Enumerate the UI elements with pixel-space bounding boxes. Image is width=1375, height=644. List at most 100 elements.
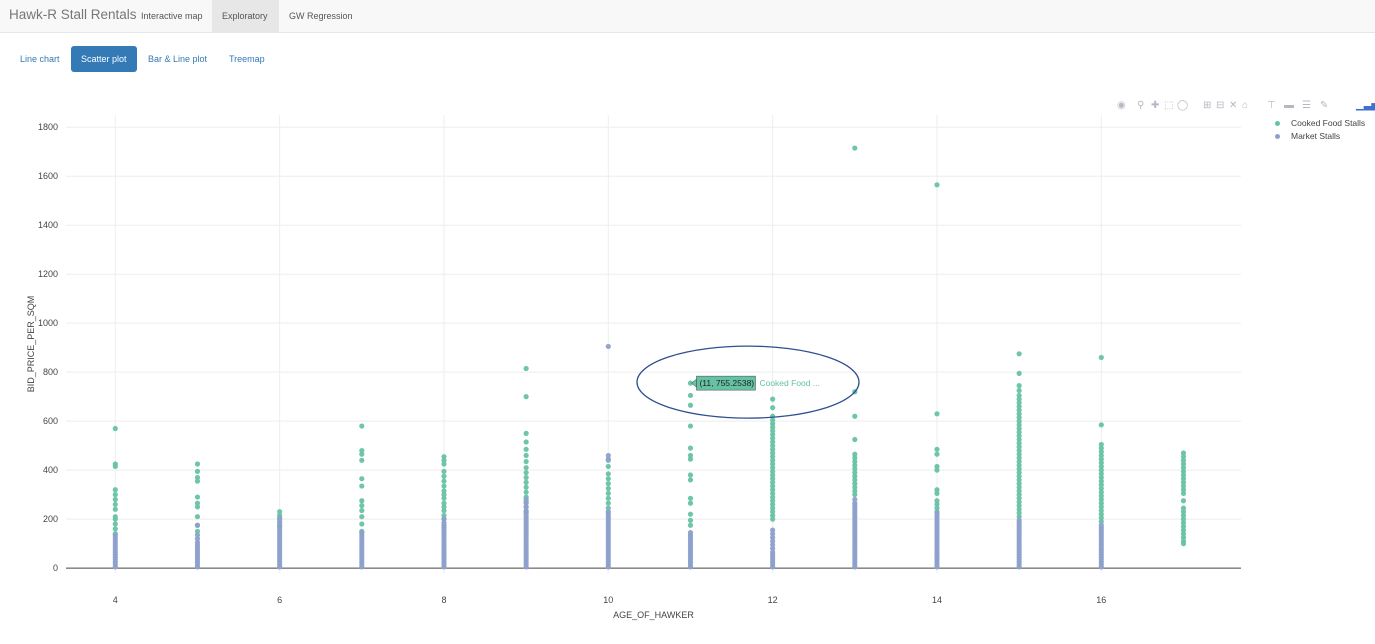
point-cooked-food-stalls[interactable]	[605, 476, 611, 482]
tab-treemap[interactable]: Treemap	[219, 46, 275, 72]
point-cooked-food-stalls[interactable]	[112, 463, 118, 470]
point-cooked-food-stalls[interactable]	[441, 478, 447, 484]
point-cooked-food-stalls[interactable]	[523, 458, 529, 465]
point-cooked-food-stalls[interactable]	[359, 507, 365, 514]
point-cooked-food-stalls[interactable]	[687, 477, 694, 483]
point-market-stalls[interactable]	[934, 510, 940, 516]
point-cooked-food-stalls[interactable]	[359, 423, 365, 429]
point-cooked-food-stalls[interactable]	[934, 411, 940, 417]
point-cooked-food-stalls[interactable]	[194, 514, 201, 520]
point-cooked-food-stalls[interactable]	[687, 511, 694, 517]
point-cooked-food-stalls[interactable]	[605, 495, 611, 501]
point-market-stalls[interactable]	[1098, 522, 1104, 528]
point-cooked-food-stalls[interactable]	[523, 446, 529, 452]
point-cooked-food-stalls[interactable]	[112, 425, 118, 432]
nav-interactive-map[interactable]: Interactive map	[131, 0, 213, 32]
point-cooked-food-stalls[interactable]	[605, 490, 611, 497]
point-cooked-food-stalls[interactable]	[359, 457, 365, 463]
point-cooked-food-stalls[interactable]	[687, 392, 694, 399]
point-cooked-food-stalls[interactable]	[1180, 490, 1187, 497]
point-cooked-food-stalls[interactable]	[605, 500, 611, 506]
nav-exploratory[interactable]: Exploratory	[212, 0, 279, 32]
point-cooked-food-stalls[interactable]	[441, 495, 447, 501]
point-cooked-food-stalls[interactable]	[687, 522, 694, 528]
point-cooked-food-stalls[interactable]	[523, 394, 529, 400]
point-cooked-food-stalls[interactable]	[359, 476, 365, 482]
point-cooked-food-stalls[interactable]	[1180, 541, 1187, 547]
point-cooked-food-stalls[interactable]	[523, 474, 529, 481]
point-cooked-food-stalls[interactable]	[687, 472, 694, 478]
app-brand[interactable]: Hawk-R Stall Rentals	[9, 7, 137, 22]
point-cooked-food-stalls[interactable]	[523, 469, 529, 476]
point-cooked-food-stalls[interactable]	[194, 468, 201, 474]
point-market-stalls[interactable]	[359, 529, 365, 536]
point-cooked-food-stalls[interactable]	[523, 430, 529, 436]
point-cooked-food-stalls[interactable]	[770, 516, 776, 522]
point-cooked-food-stalls[interactable]	[1016, 351, 1022, 357]
point-cooked-food-stalls[interactable]	[934, 451, 940, 457]
point-cooked-food-stalls[interactable]	[1098, 354, 1104, 361]
point-cooked-food-stalls[interactable]	[852, 436, 858, 443]
point-cooked-food-stalls[interactable]	[112, 506, 118, 512]
point-cooked-food-stalls[interactable]	[687, 445, 694, 451]
point-cooked-food-stalls[interactable]	[687, 402, 694, 408]
point-cooked-food-stalls[interactable]	[934, 467, 940, 473]
point-cooked-food-stalls[interactable]	[112, 492, 118, 498]
point-cooked-food-stalls[interactable]	[687, 495, 694, 501]
point-cooked-food-stalls[interactable]	[112, 521, 118, 527]
point-cooked-food-stalls[interactable]	[359, 498, 365, 504]
point-cooked-food-stalls[interactable]	[359, 483, 365, 489]
point-market-stalls[interactable]	[605, 343, 611, 350]
point-cooked-food-stalls[interactable]	[852, 492, 858, 498]
point-cooked-food-stalls[interactable]	[441, 468, 447, 474]
point-cooked-food-stalls[interactable]	[112, 496, 118, 503]
point-cooked-food-stalls[interactable]	[112, 487, 118, 493]
tab-scatter-plot[interactable]: Scatter plot	[71, 46, 137, 72]
point-cooked-food-stalls[interactable]	[523, 484, 529, 490]
point-cooked-food-stalls[interactable]	[359, 451, 365, 457]
point-cooked-food-stalls[interactable]	[770, 396, 776, 402]
point-market-stalls[interactable]	[770, 527, 776, 533]
point-market-stalls[interactable]	[605, 509, 611, 515]
point-cooked-food-stalls[interactable]	[194, 494, 201, 500]
point-market-stalls[interactable]	[194, 522, 201, 528]
point-market-stalls[interactable]	[277, 515, 283, 521]
point-cooked-food-stalls[interactable]	[1180, 498, 1187, 504]
point-cooked-food-stalls[interactable]	[112, 526, 118, 532]
point-cooked-food-stalls[interactable]	[1098, 422, 1104, 428]
point-cooked-food-stalls[interactable]	[934, 182, 940, 188]
point-market-stalls[interactable]	[194, 532, 201, 538]
point-cooked-food-stalls[interactable]	[523, 439, 529, 445]
point-cooked-food-stalls[interactable]	[441, 473, 447, 479]
point-cooked-food-stalls[interactable]	[441, 461, 447, 467]
point-cooked-food-stalls[interactable]	[1016, 387, 1022, 394]
point-market-stalls[interactable]	[605, 456, 611, 462]
point-cooked-food-stalls[interactable]	[934, 446, 940, 452]
point-cooked-food-stalls[interactable]	[605, 485, 611, 492]
point-market-stalls[interactable]	[523, 496, 529, 503]
point-market-stalls[interactable]	[687, 529, 694, 536]
point-cooked-food-stalls[interactable]	[112, 501, 118, 508]
point-cooked-food-stalls[interactable]	[359, 503, 365, 509]
point-cooked-food-stalls[interactable]	[687, 456, 694, 462]
point-cooked-food-stalls[interactable]	[441, 507, 447, 514]
point-cooked-food-stalls[interactable]	[523, 489, 529, 495]
point-cooked-food-stalls[interactable]	[770, 405, 776, 411]
point-cooked-food-stalls[interactable]	[523, 479, 529, 485]
point-cooked-food-stalls[interactable]	[605, 481, 611, 487]
point-cooked-food-stalls[interactable]	[194, 478, 201, 484]
point-cooked-food-stalls[interactable]	[852, 145, 858, 151]
point-cooked-food-stalls[interactable]	[687, 517, 694, 523]
tab-line-chart[interactable]: Line chart	[10, 46, 70, 72]
point-cooked-food-stalls[interactable]	[194, 461, 201, 467]
point-cooked-food-stalls[interactable]	[605, 471, 611, 477]
point-cooked-food-stalls[interactable]	[1016, 370, 1022, 376]
point-cooked-food-stalls[interactable]	[441, 483, 447, 489]
point-cooked-food-stalls[interactable]	[605, 463, 611, 470]
point-cooked-food-stalls[interactable]	[194, 504, 201, 510]
point-cooked-food-stalls[interactable]	[1016, 383, 1022, 389]
point-cooked-food-stalls[interactable]	[359, 514, 365, 520]
tab-bar-line-plot[interactable]: Bar & Line plot	[138, 46, 217, 72]
point-market-stalls[interactable]	[1016, 517, 1022, 523]
point-cooked-food-stalls[interactable]	[112, 516, 118, 522]
